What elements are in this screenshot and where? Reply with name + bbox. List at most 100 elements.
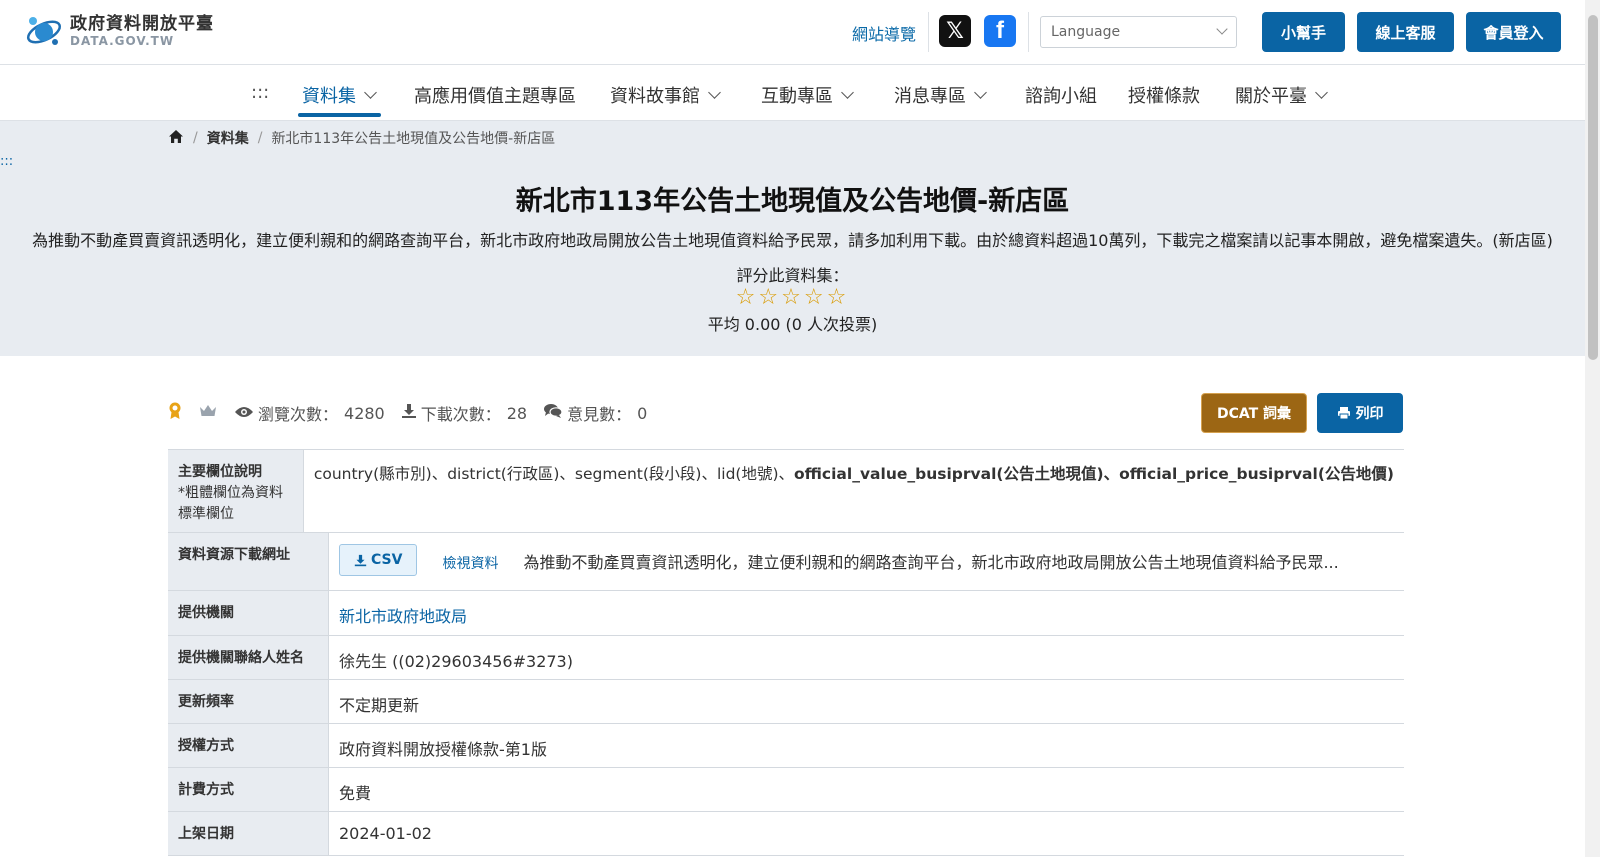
resource-description: 為推動不動產買賣資訊透明化，建立便利親和的網路查詢平台，新北市政府地政局開放公告…: [523, 553, 1339, 572]
row-header: 提供機關聯絡人姓名: [168, 636, 328, 679]
views-label: 瀏覽次數：: [258, 405, 339, 424]
scrollbar-thumb[interactable]: [1588, 15, 1598, 360]
row-header: 計費方式: [168, 768, 328, 811]
rating-stars[interactable]: ☆☆☆☆☆: [0, 285, 1585, 310]
chevron-down-icon: [364, 85, 377, 99]
divider: [1028, 12, 1029, 52]
row-header: 上架日期: [168, 812, 328, 855]
dataset-metadata-table: 主要欄位說明 *粗體欄位為資料標準欄位 country(縣市別)、distric…: [168, 449, 1404, 856]
nav-item-label: 資料故事館: [610, 86, 700, 107]
view-data-link[interactable]: 檢視資料: [442, 553, 498, 573]
rating-label: 評分此資料集：: [736, 266, 849, 285]
member-login-button[interactable]: 會員登入: [1466, 12, 1561, 52]
chevron-down-icon: [708, 85, 721, 99]
fields-value: country(縣市別)、district(行政區)、segment(段小段)、…: [302, 450, 1404, 532]
x-icon[interactable]: 𝕏: [939, 15, 971, 47]
table-row: 主要欄位說明 *粗體欄位為資料標準欄位 country(縣市別)、distric…: [168, 450, 1404, 533]
dcat-vocabulary-button[interactable]: DCAT 詞彙: [1201, 393, 1307, 433]
nav-item-news[interactable]: 消息專區: [894, 82, 987, 108]
fields-note: *粗體欄位為資料標準欄位: [178, 485, 283, 522]
eye-icon: [234, 404, 254, 423]
nav-item-interactive[interactable]: 互動專區: [761, 82, 854, 108]
nav-item-label: 消息專區: [894, 86, 966, 107]
breadcrumb: / 資料集 / 新北市113年公告土地現值及公告地價-新店區: [168, 128, 555, 148]
nav-item-datasets[interactable]: 資料集: [302, 82, 377, 108]
nav-item-advisory[interactable]: 諮詢小組: [1025, 82, 1097, 108]
comments-icon: [543, 403, 563, 423]
nav-item-about[interactable]: 關於平臺: [1235, 82, 1328, 108]
fee-value: 免費: [328, 768, 1404, 811]
language-select-value: Language: [1051, 24, 1121, 40]
download-icon: [354, 554, 367, 567]
date-value: 2024-01-02: [328, 812, 1404, 855]
nav-item-label: 資料集: [302, 86, 356, 107]
row-header: 主要欄位說明 *粗體欄位為資料標準欄位: [168, 450, 303, 532]
divider: [928, 12, 929, 52]
sitemap-link[interactable]: 網站導覽: [852, 21, 916, 45]
content-accesskey[interactable]: :::: [0, 154, 13, 169]
page-title: 新北市113年公告土地現值及公告地價-新店區: [515, 186, 1070, 217]
logo-icon: [24, 12, 64, 50]
nav-item-label: 互動專區: [761, 86, 833, 107]
active-nav-indicator: [298, 113, 381, 117]
nav-item-label: 高應用價值主題專區: [414, 86, 576, 107]
language-select[interactable]: Language: [1040, 16, 1237, 48]
agency-link[interactable]: 新北市政府地政局: [339, 603, 467, 627]
nav-accesskey[interactable]: :::: [251, 82, 269, 103]
help-button[interactable]: 小幫手: [1262, 12, 1345, 52]
table-row: 計費方式 免費: [168, 768, 1404, 812]
nav-item-high-value[interactable]: 高應用價值主題專區: [414, 82, 576, 108]
customer-service-button[interactable]: 線上客服: [1357, 12, 1454, 52]
license-value: 政府資料開放授權條款-第1版: [328, 724, 1404, 767]
star-icon[interactable]: ☆: [781, 285, 804, 310]
breadcrumb-datasets[interactable]: 資料集: [207, 128, 249, 148]
row-header: 提供機關: [168, 591, 328, 635]
nav-item-stories[interactable]: 資料故事館: [610, 82, 721, 108]
csv-download-button[interactable]: CSV: [339, 544, 418, 576]
chevron-down-icon: [841, 85, 854, 99]
breadcrumb-separator: /: [193, 130, 198, 146]
frequency-value: 不定期更新: [328, 680, 1404, 723]
breadcrumb-separator: /: [257, 130, 263, 146]
row-header: 授權方式: [168, 724, 328, 767]
views-count: 4280: [344, 403, 385, 423]
agency-value: 新北市政府地政局: [328, 591, 1404, 635]
contact-value: 徐先生 ((02)29603456#3273): [328, 636, 1404, 679]
nav-item-license[interactable]: 授權條款: [1128, 82, 1200, 108]
downloads-label: 下載次數：: [420, 405, 501, 424]
fields-standard: official_value_busiprval(公告土地現值)、officia…: [794, 465, 1394, 483]
home-icon[interactable]: [168, 129, 184, 148]
table-row: 提供機關 新北市政府地政局: [168, 591, 1404, 636]
nav-item-label: 諮詢小組: [1025, 86, 1097, 107]
dataset-stats: 瀏覽次數： 4280 下載次數： 28 意見數： 0: [168, 401, 647, 425]
table-row: 資料資源下載網址 CSV 檢視資料 為推動不動產買賣資訊透明化，建立便利親和的網…: [168, 533, 1404, 591]
table-row: 提供機關聯絡人姓名 徐先生 ((02)29603456#3273): [168, 636, 1404, 680]
nav-item-label: 關於平臺: [1235, 86, 1307, 107]
site-logo[interactable]: 政府資料開放平臺 DATA.GOV.TW: [24, 12, 214, 50]
table-row: 更新頻率 不定期更新: [168, 680, 1404, 724]
star-icon[interactable]: ☆: [736, 285, 759, 310]
printer-icon: [1337, 406, 1351, 420]
rating-average: 平均 0.00 (0 人次投票): [707, 315, 878, 334]
main-nav: ::: 資料集 高應用價值主題專區 資料故事館 互動專區 消息專區 諮詢小組 授…: [0, 65, 1585, 121]
site-header: 政府資料開放平臺 DATA.GOV.TW 網站導覽 𝕏 f Language 小…: [0, 0, 1585, 65]
star-icon[interactable]: ☆: [758, 285, 781, 310]
crown-icon: [198, 403, 218, 423]
star-icon[interactable]: ☆: [804, 285, 827, 310]
downloads-count: 28: [506, 403, 528, 423]
nav-item-label: 授權條款: [1128, 86, 1200, 107]
chevron-down-icon: [1315, 85, 1328, 99]
dataset-description: 為推動不動產買賣資訊透明化，建立便利親和的網路查詢平台，新北市政府地政局開放公告…: [32, 231, 1553, 250]
breadcrumb-current: 新北市113年公告土地現值及公告地價-新店區: [271, 131, 556, 147]
csv-label: CSV: [371, 552, 403, 568]
comments-count: 0: [637, 403, 648, 423]
fields-normal: country(縣市別)、district(行政區)、segment(段小段)、…: [313, 465, 794, 483]
download-icon: [401, 403, 417, 423]
print-button[interactable]: 列印: [1317, 393, 1403, 433]
chevron-down-icon: [974, 85, 987, 99]
facebook-icon[interactable]: f: [984, 15, 1016, 47]
fields-label: 主要欄位說明: [178, 464, 262, 480]
row-header: 資料資源下載網址: [168, 533, 328, 590]
star-icon[interactable]: ☆: [827, 285, 850, 310]
comments-label: 意見數：: [567, 405, 632, 424]
